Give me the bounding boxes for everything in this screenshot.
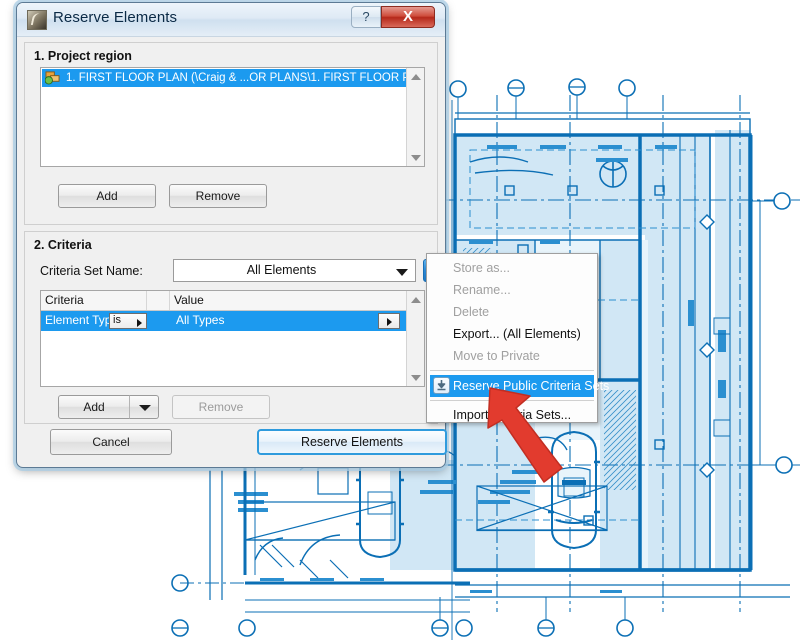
project-region-add-button[interactable]: Add [58,184,156,208]
criteria-set-name-label: Criteria Set Name: [40,264,143,278]
cancel-button[interactable]: Cancel [50,429,172,455]
chevron-right-icon [137,319,142,327]
reserve-download-icon [433,377,450,394]
criteria-add-dropdown-button[interactable] [129,395,159,419]
dialog-title: Reserve Elements [53,9,178,26]
reserve-elements-button[interactable]: Reserve Elements [257,429,447,455]
project-region-icon [45,71,60,85]
help-button[interactable]: ? [351,6,381,28]
menu-separator [430,370,594,371]
menu-item-export[interactable]: Export... (All Elements) [427,323,597,345]
column-header-value: Value [174,293,204,307]
menu-item-store-as[interactable]: Store as... [427,257,597,279]
criteria-value-menu-button[interactable] [378,313,400,329]
reserve-elements-dialog: Reserve Elements ? X 1. Project region 1… [16,2,447,468]
project-region-section: 1. Project region 1. FIRST FLOOR PLAN (\… [24,42,438,225]
project-region-list[interactable]: 1. FIRST FLOOR PLAN (\Craig & ...OR PLAN… [40,67,425,167]
dialog-footer: Cancel Reserve Elements [24,427,447,461]
project-region-remove-button[interactable]: Remove [169,184,267,208]
project-region-scrollbar[interactable] [406,68,424,166]
list-item-label: 1. FIRST FLOOR PLAN (\Craig & ...OR PLAN… [66,72,406,84]
scroll-up-icon[interactable] [407,68,424,85]
criteria-label: 2. Criteria [34,238,92,252]
criteria-table-header: Criteria Value [41,291,406,311]
scroll-down-icon[interactable] [407,369,424,386]
criteria-add-button[interactable]: Add [58,395,130,419]
pointer-arrow-annotation [487,387,563,483]
criteria-section: 2. Criteria Criteria Set Name: All Eleme… [24,231,446,424]
list-item[interactable]: 1. FIRST FLOOR PLAN (\Craig & ...OR PLAN… [42,69,406,87]
app-icon [27,10,47,30]
menu-item-rename[interactable]: Rename... [427,279,597,301]
criteria-name: Element Type [45,313,119,327]
menu-item-move-to-private[interactable]: Move to Private [427,345,597,367]
criteria-table[interactable]: Criteria Value Element Type is All Types [40,290,425,387]
column-header-criteria: Criteria [45,293,84,307]
criteria-set-name-select[interactable]: All Elements [173,259,416,282]
criteria-set-name-value: All Elements [246,263,317,277]
scroll-up-icon[interactable] [407,291,424,308]
criteria-table-scrollbar[interactable] [406,291,424,386]
project-region-label: 1. Project region [34,49,132,63]
close-button[interactable]: X [381,6,435,28]
table-row[interactable]: Element Type is All Types [41,311,406,331]
menu-item-delete[interactable]: Delete [427,301,597,323]
criteria-operator-select[interactable]: is [109,313,147,329]
criteria-remove-button[interactable]: Remove [172,395,270,419]
dialog-titlebar: Reserve Elements ? X [17,3,445,37]
chevron-down-icon [396,269,408,276]
criteria-operator-value: is [113,314,121,326]
scroll-down-icon[interactable] [407,149,424,166]
criteria-value: All Types [176,313,225,327]
